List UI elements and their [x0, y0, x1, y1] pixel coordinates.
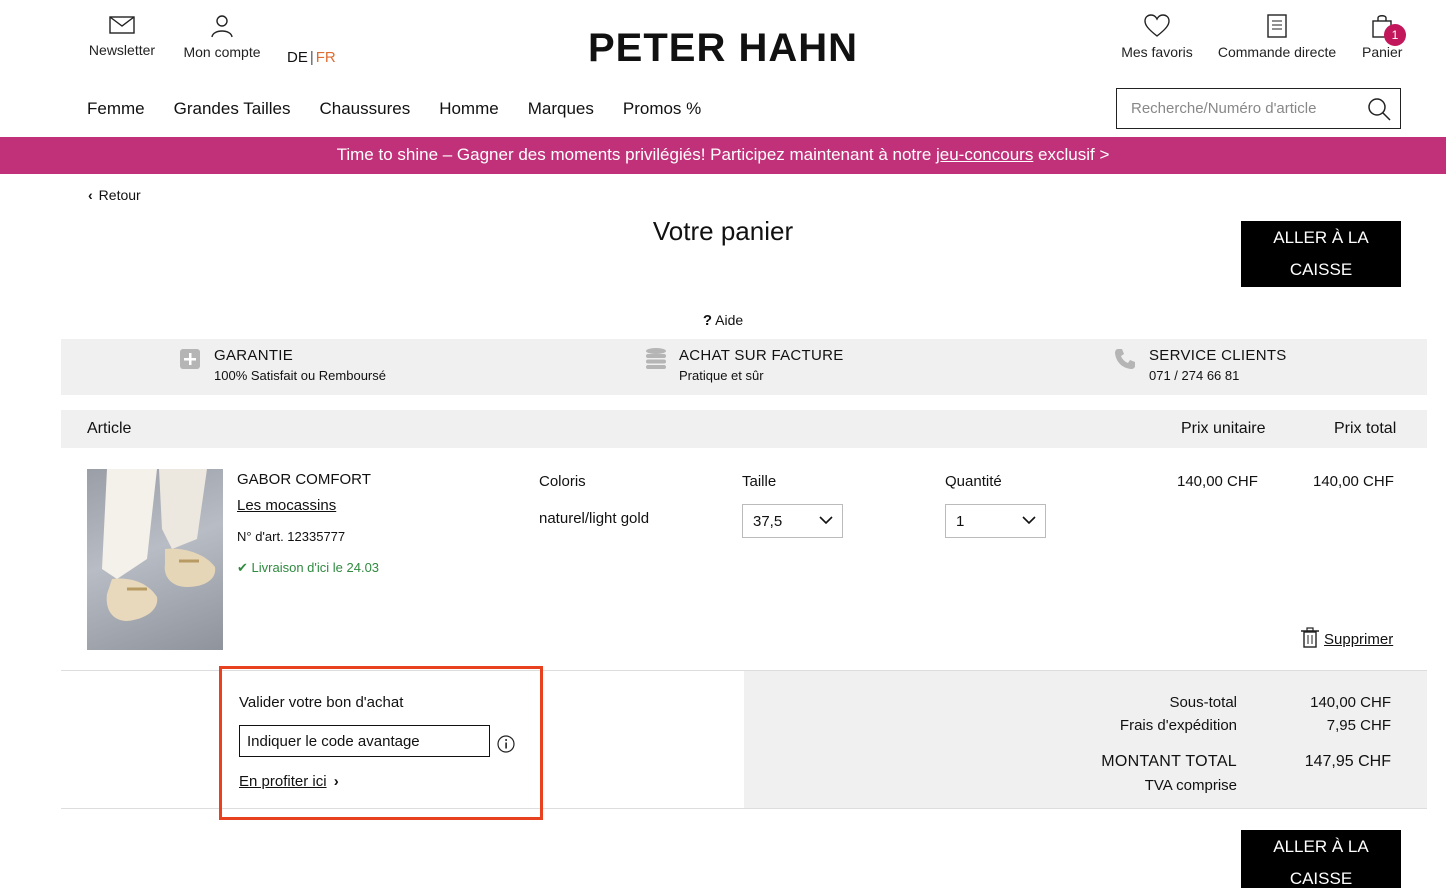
nav-item-homme[interactable]: Homme — [439, 99, 499, 119]
checkout-label-line2: CAISSE — [1289, 260, 1353, 279]
info-icon[interactable] — [497, 735, 515, 753]
shipping-value: 7,95 CHF — [1326, 717, 1391, 734]
product-name-link[interactable]: Les mocassins — [237, 497, 336, 514]
col-total-price: Prix total — [1334, 420, 1397, 437]
help-label: Aide — [715, 312, 744, 328]
back-label: Retour — [98, 187, 141, 203]
total-price: 140,00 CHF — [1313, 473, 1394, 490]
chevron-down-icon — [819, 516, 833, 525]
banner-suffix: exclusif > — [1033, 145, 1110, 164]
trash-icon — [1301, 627, 1319, 648]
delivery-text: Livraison d'ici le 24.03 — [251, 560, 380, 575]
nav-item-femme[interactable]: Femme — [87, 99, 145, 119]
usp-bar: GARANTIE 100% Satisfait ou Remboursé ACH… — [61, 339, 1427, 395]
checkout-button-bottom[interactable]: ALLER À LA CAISSE — [1241, 830, 1401, 888]
usp-guarantee-sub: 100% Satisfait ou Remboursé — [214, 368, 386, 383]
usp-service-sub: 071 / 274 66 81 — [1149, 368, 1240, 383]
heart-icon — [1144, 14, 1170, 37]
color-value: naturel/light gold — [539, 510, 650, 527]
promo-banner[interactable]: Time to shine – Gagner des moments privi… — [0, 137, 1446, 174]
subtotal-value: 140,00 CHF — [1310, 694, 1391, 711]
cart-count-badge: 1 — [1384, 24, 1406, 46]
voucher-code-input[interactable]: Indiquer le code avantage — [239, 725, 490, 757]
delete-button[interactable]: Supprimer — [1300, 627, 1393, 649]
nav-item-chaussures[interactable]: Chaussures — [319, 99, 410, 119]
product-article-no: N° d'art. 12335777 — [237, 529, 346, 544]
usp-invoice-title: ACHAT SUR FACTURE — [679, 347, 844, 364]
size-select[interactable]: 37,5 — [742, 504, 843, 538]
favorites-link[interactable]: Mes favoris — [1120, 14, 1194, 60]
chevron-down-icon — [1022, 516, 1036, 525]
usp-invoice: ACHAT SUR FACTURE Pratique et sûr — [679, 347, 844, 383]
favorites-label: Mes favoris — [1121, 44, 1193, 60]
voucher-placeholder: Indiquer le code avantage — [247, 733, 420, 750]
col-unit-price: Prix unitaire — [1181, 420, 1266, 437]
voucher-apply-link[interactable]: En profiter ici › — [239, 773, 339, 790]
delivery-status: ✔ Livraison d'ici le 24.03 — [237, 560, 379, 576]
totals-panel — [744, 671, 1427, 808]
search-input[interactable]: Recherche/Numéro d'article — [1116, 88, 1401, 129]
quantity-value: 1 — [956, 513, 965, 530]
usp-guarantee-title: GARANTIE — [214, 347, 294, 364]
nav-item-marques[interactable]: Marques — [528, 99, 594, 119]
chevron-right-icon: › — [333, 773, 339, 790]
page-title: Votre panier — [652, 216, 794, 246]
checkout-label-line1: ALLER À LA — [1273, 837, 1369, 856]
help-link[interactable]: ? Aide — [0, 312, 1446, 329]
checkout-label-line1: ALLER À LA — [1273, 228, 1369, 247]
search-placeholder: Recherche/Numéro d'article — [1131, 100, 1317, 117]
cart-label: Panier — [1362, 44, 1403, 60]
product-brand: GABOR COMFORT — [237, 471, 371, 488]
product-photo-shoe — [102, 469, 216, 621]
usp-guarantee: GARANTIE 100% Satisfait ou Remboursé — [214, 347, 386, 383]
subtotal-label: Sous-total — [1169, 694, 1237, 711]
chevron-left-icon: ‹ — [88, 187, 93, 203]
usp-service-title: SERVICE CLIENTS — [1149, 347, 1287, 364]
order-form-icon — [1267, 14, 1287, 38]
nav-item-promos[interactable]: Promos % — [623, 99, 701, 119]
grand-total-value: 147,95 CHF — [1304, 753, 1391, 770]
shipping-label: Frais d'expédition — [1119, 717, 1237, 734]
checkmark-icon: ✔ — [237, 560, 248, 575]
checkout-button-top[interactable]: ALLER À LA CAISSE — [1241, 221, 1401, 287]
unit-price: 140,00 CHF — [1177, 473, 1258, 490]
coin-stack-icon — [646, 348, 666, 369]
cart-table-header: Article Prix unitaire Prix total — [61, 410, 1427, 448]
grand-total-label: MONTANT TOTAL — [1101, 753, 1237, 770]
size-label: Taille — [742, 473, 777, 490]
search-icon[interactable] — [1366, 96, 1392, 122]
quantity-label: Quantité — [945, 473, 1002, 490]
col-article: Article — [87, 420, 132, 437]
direct-order-link[interactable]: Commande directe — [1216, 14, 1338, 60]
size-value: 37,5 — [753, 513, 783, 530]
help-mark: ? — [702, 312, 712, 329]
nav-item-grandes-tailles[interactable]: Grandes Tailles — [174, 99, 291, 119]
checkout-label-line2: CAISSE — [1289, 869, 1353, 888]
usp-service: SERVICE CLIENTS 071 / 274 66 81 — [1149, 347, 1287, 383]
plus-box-icon — [180, 349, 200, 369]
direct-order-label: Commande directe — [1217, 44, 1337, 60]
banner-text: Time to shine – Gagner des moments privi… — [336, 145, 936, 164]
usp-invoice-sub: Pratique et sûr — [679, 368, 764, 383]
banner-link[interactable]: jeu-concours — [936, 145, 1033, 164]
voucher-cta-label: En profiter ici — [239, 773, 327, 790]
phone-icon — [1115, 349, 1135, 369]
main-nav: Femme Grandes Tailles Chaussures Homme M… — [87, 99, 730, 119]
delete-label: Supprimer — [1324, 631, 1394, 648]
vat-label: TVA comprise — [1144, 777, 1237, 794]
quantity-select[interactable]: 1 — [945, 504, 1046, 538]
color-label: Coloris — [539, 473, 586, 490]
product-image[interactable] — [87, 469, 223, 650]
back-link[interactable]: ‹ Retour — [88, 187, 141, 203]
voucher-title: Valider votre bon d'achat — [239, 694, 404, 711]
